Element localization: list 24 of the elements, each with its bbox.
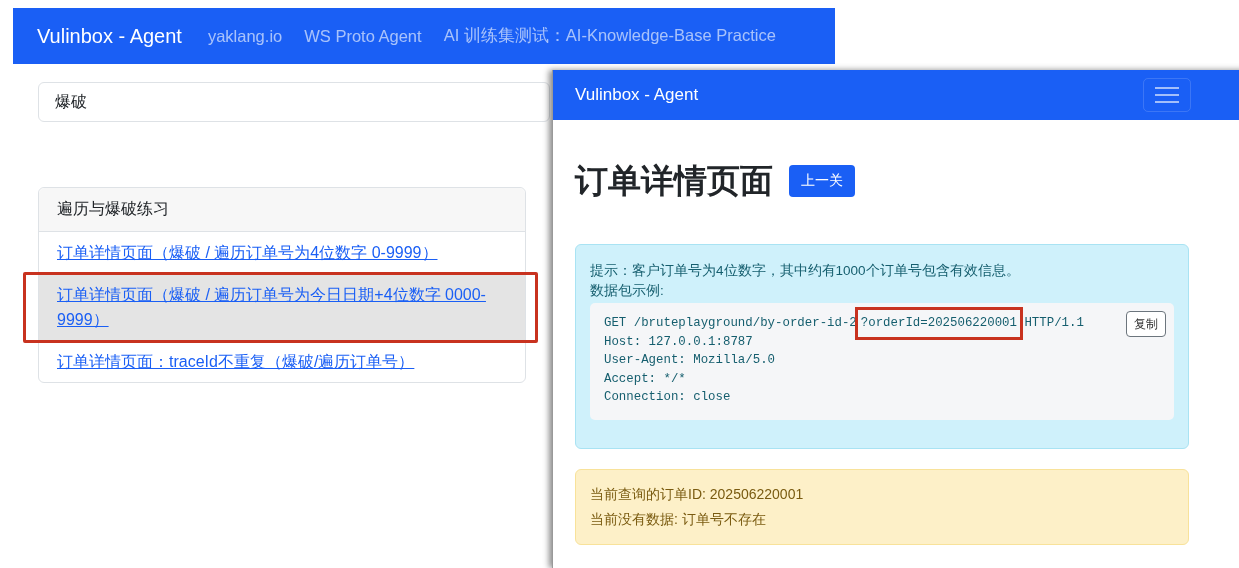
exercise-link[interactable]: 订单详情页面：traceId不重复（爆破/遍历订单号） bbox=[57, 349, 507, 374]
previous-level-button[interactable]: 上一关 bbox=[789, 165, 855, 197]
nav-link[interactable]: WS Proto Agent bbox=[304, 26, 422, 46]
warning-text: 当前查询的订单ID: 202506220001 bbox=[590, 484, 805, 504]
menu-toggle[interactable] bbox=[1143, 78, 1191, 112]
card-header: 遍历与爆破练习 bbox=[39, 188, 525, 232]
brand-link[interactable]: Vulinbox - Agent bbox=[575, 85, 699, 105]
copy-button[interactable]: 复制 bbox=[1126, 311, 1166, 337]
request-code-block: GET /bruteplayground/by-order-id-2 ?orderId=202506220001 HTTP/1.1 Host: 127.0.0.1:8787 User-Agent: Mozilla/5.0 Accept: */* Connection: close 复制 bbox=[590, 303, 1174, 420]
nav-link[interactable]: yaklang.io bbox=[207, 26, 283, 46]
page-heading: 订单详情页面 bbox=[575, 161, 773, 201]
nav-link[interactable]: AI 训练集测试：AI-Knowledge-Base Practice bbox=[443, 25, 776, 47]
list-item[interactable]: 订单详情页面（爆破 / 遍历订单号为今日日期+4位数字 0000-9999） bbox=[39, 274, 525, 340]
example-label: 数据包示例: bbox=[590, 282, 665, 300]
brand-link[interactable]: Vulinbox - Agent bbox=[37, 24, 182, 48]
highlighted-code: ?orderId=202506220001 bbox=[854, 307, 1023, 340]
search-field[interactable]: 爆破 bbox=[38, 82, 550, 122]
list-item[interactable]: 订单详情页面：traceId不重复（爆破/遍历订单号） bbox=[39, 341, 525, 382]
exercise-link[interactable]: 订单详情页面（爆破 / 遍历订单号为今日日期+4位数字 0000-9999） bbox=[57, 282, 507, 332]
menu-icon bbox=[1155, 86, 1179, 104]
warning-text: 当前没有数据: 订单号不存在 bbox=[590, 509, 767, 529]
hint-text: 提示：客户订单号为4位数字，其中约有1000个订单号包含有效信息。 bbox=[590, 262, 1021, 280]
list-item[interactable]: 订单详情页面（爆破 / 遍历订单号为4位数字 0-9999） bbox=[39, 232, 525, 273]
exercise-link[interactable]: 订单详情页面（爆破 / 遍历订单号为4位数字 0-9999） bbox=[57, 240, 507, 265]
